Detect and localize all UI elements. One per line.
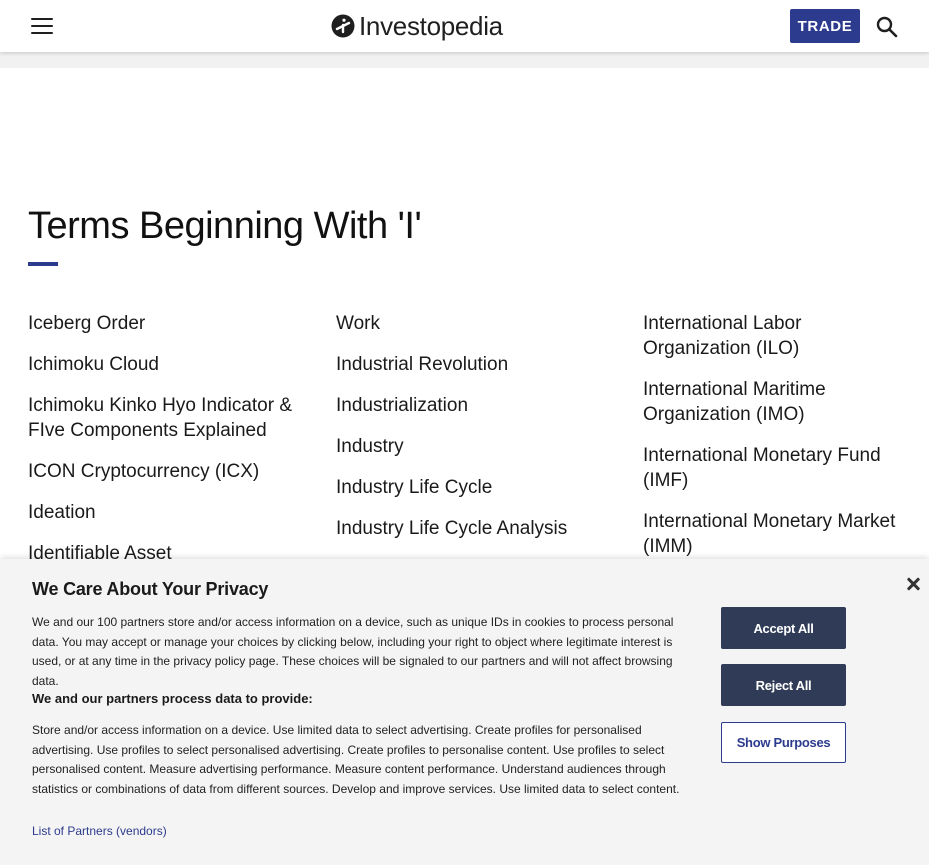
privacy-title: We Care About Your Privacy xyxy=(32,579,269,599)
logo-text: Investopedia xyxy=(359,10,503,41)
search-icon[interactable] xyxy=(876,16,898,38)
privacy-purposes-text: Store and/or access information on a dev… xyxy=(32,723,680,796)
term-link[interactable]: Industry Life Cycle xyxy=(336,475,616,500)
reject-all-button[interactable]: Reject All xyxy=(721,664,846,706)
privacy-consent-banner: We Care About Your Privacy We and our 10… xyxy=(0,559,929,865)
terms-column-2: Work Industrial Revolution Industrializa… xyxy=(336,311,616,557)
menu-icon[interactable] xyxy=(31,16,53,36)
privacy-description: We and our 100 partners store and/or acc… xyxy=(32,615,674,688)
term-link[interactable]: International Monetary Fund (IMF) xyxy=(643,443,913,493)
investopedia-logo-icon xyxy=(331,14,355,38)
site-header: Investopedia TRADE xyxy=(0,0,929,52)
term-link[interactable]: Work xyxy=(336,311,616,336)
accept-all-button[interactable]: Accept All xyxy=(721,607,846,649)
term-link[interactable]: Industrial Revolution xyxy=(336,352,616,377)
privacy-subheading: We and our partners process data to prov… xyxy=(32,691,313,706)
show-purposes-button[interactable]: Show Purposes xyxy=(721,722,846,763)
term-link[interactable]: International Monetary Market (IMM) xyxy=(643,509,913,559)
term-link[interactable]: Ichimoku Kinko Hyo Indicator & FIve Comp… xyxy=(28,393,308,443)
term-link[interactable]: Industry xyxy=(336,434,616,459)
term-link[interactable]: Ideation xyxy=(28,500,308,525)
terms-column-3: International Labor Organization (ILO) I… xyxy=(643,311,913,575)
term-link[interactable]: Iceberg Order xyxy=(28,311,308,336)
title-underline xyxy=(28,262,58,266)
term-link[interactable]: ICON Cryptocurrency (ICX) xyxy=(28,459,308,484)
terms-column-1: Iceberg Order Ichimoku Cloud Ichimoku Ki… xyxy=(28,311,308,582)
term-link[interactable]: Industry Life Cycle Analysis xyxy=(336,516,616,541)
term-link[interactable]: International Labor Organization (ILO) xyxy=(643,311,913,361)
close-icon[interactable] xyxy=(905,576,921,592)
page-title: Terms Beginning With 'I' xyxy=(28,205,422,247)
trade-button[interactable]: TRADE xyxy=(790,9,860,43)
term-link[interactable]: Industrialization xyxy=(336,393,616,418)
term-link[interactable]: Ichimoku Cloud xyxy=(28,352,308,377)
header-divider-strip xyxy=(0,52,929,68)
term-link[interactable]: International Maritime Organization (IMO… xyxy=(643,377,913,427)
site-logo[interactable]: Investopedia xyxy=(331,10,503,42)
partners-list-link[interactable]: List of Partners (vendors) xyxy=(32,824,167,838)
